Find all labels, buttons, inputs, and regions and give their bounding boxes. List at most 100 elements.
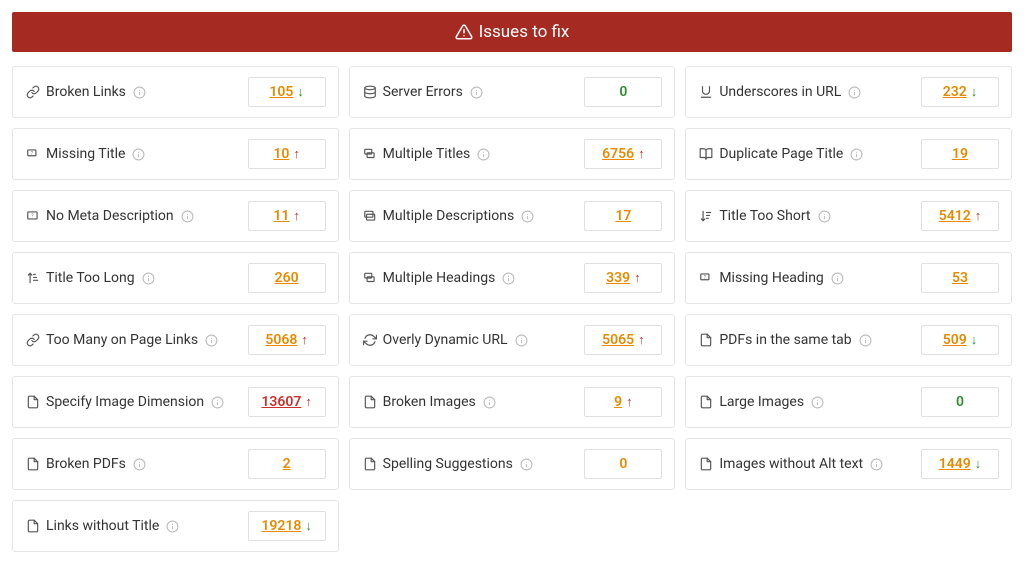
issue-count-box[interactable]: 53: [921, 263, 999, 293]
info-icon[interactable]: [211, 396, 224, 409]
issue-card[interactable]: ?Missing Title10↑: [12, 128, 339, 180]
info-icon[interactable]: [477, 148, 490, 161]
info-icon[interactable]: [133, 86, 146, 99]
issue-count-box[interactable]: 13607↑: [248, 387, 326, 417]
issue-card[interactable]: Multiple Titles 6756↑: [349, 128, 676, 180]
info-icon[interactable]: [848, 86, 861, 99]
issue-count[interactable]: 9: [614, 394, 622, 410]
issue-card[interactable]: Large Images0: [685, 376, 1012, 428]
issue-count[interactable]: 17: [615, 208, 631, 224]
info-icon[interactable]: [515, 334, 528, 347]
issue-count-box[interactable]: 5065↑: [584, 325, 662, 355]
issue-count-box[interactable]: 19: [921, 139, 999, 169]
issue-count-box[interactable]: 5412↑: [921, 201, 999, 231]
issue-count[interactable]: 1449: [939, 456, 971, 472]
issue-count-box[interactable]: 232↓: [921, 77, 999, 107]
info-icon[interactable]: [831, 272, 844, 285]
issue-card[interactable]: Overly Dynamic URL 5065↑: [349, 314, 676, 366]
issue-count[interactable]: 0: [619, 84, 627, 100]
issue-count[interactable]: 6756: [602, 146, 634, 162]
file-icon: [25, 519, 41, 533]
issue-card[interactable]: Spelling Suggestions0: [349, 438, 676, 490]
issue-count[interactable]: 53: [952, 270, 968, 286]
issue-card[interactable]: Links without Title19218↓: [12, 500, 339, 552]
issue-count-box[interactable]: 5068↑: [248, 325, 326, 355]
issue-count-box[interactable]: 260: [248, 263, 326, 293]
issue-card[interactable]: Broken PDFs2: [12, 438, 339, 490]
underline-icon: [698, 85, 714, 99]
issue-count[interactable]: 19218: [261, 518, 301, 534]
issue-card[interactable]: Specify Image Dimension13607↑: [12, 376, 339, 428]
issue-count-box[interactable]: 11↑: [248, 201, 326, 231]
info-icon[interactable]: [850, 148, 863, 161]
info-icon[interactable]: [502, 272, 515, 285]
info-icon[interactable]: [520, 458, 533, 471]
issue-label-wrap: ?Missing Heading: [698, 270, 843, 286]
info-icon[interactable]: [859, 334, 872, 347]
issue-count-box[interactable]: 0: [584, 77, 662, 107]
issue-label: Multiple Titles: [383, 146, 471, 162]
issue-count-box[interactable]: 509↓: [921, 325, 999, 355]
issue-count-box[interactable]: 339↑: [584, 263, 662, 293]
issue-card[interactable]: Too Many on Page Links5068↑: [12, 314, 339, 366]
issue-card[interactable]: Server Errors0: [349, 66, 676, 118]
info-icon[interactable]: [133, 458, 146, 471]
issue-label: Multiple Descriptions: [383, 208, 515, 224]
issue-count-box[interactable]: 2: [248, 449, 326, 479]
refresh-icon: [362, 333, 378, 347]
issue-label-wrap: Duplicate Page Title: [698, 146, 863, 162]
info-icon[interactable]: [132, 148, 145, 161]
issue-card[interactable]: ?No Meta Description11↑: [12, 190, 339, 242]
issue-count[interactable]: 11: [273, 208, 289, 224]
issue-count-box[interactable]: 9↑: [584, 387, 662, 417]
info-icon[interactable]: [181, 210, 194, 223]
issue-count-box[interactable]: 6756↑: [584, 139, 662, 169]
warning-icon: [455, 23, 473, 41]
issue-count[interactable]: 105: [269, 84, 293, 100]
issue-count[interactable]: 19: [952, 146, 968, 162]
issue-label-wrap: Overly Dynamic URL: [362, 332, 528, 348]
issue-count-box[interactable]: 10↑: [248, 139, 326, 169]
issue-count-box[interactable]: 0: [921, 387, 999, 417]
issue-count[interactable]: 10: [273, 146, 289, 162]
info-icon[interactable]: [811, 396, 824, 409]
issue-card[interactable]: ?Missing Heading 53: [685, 252, 1012, 304]
issue-card[interactable]: Multiple Headings339↑: [349, 252, 676, 304]
issue-count[interactable]: 5065: [602, 332, 634, 348]
issue-count[interactable]: 13607: [261, 394, 301, 410]
info-icon[interactable]: [870, 458, 883, 471]
panel-header: Issues to fix: [12, 12, 1012, 52]
issue-count[interactable]: 5412: [939, 208, 971, 224]
issue-count[interactable]: 339: [606, 270, 630, 286]
issue-count[interactable]: 232: [943, 84, 967, 100]
issue-count-box[interactable]: 1449↓: [921, 449, 999, 479]
info-icon[interactable]: [166, 520, 179, 533]
info-icon[interactable]: [818, 210, 831, 223]
issue-count[interactable]: 0: [619, 456, 627, 472]
issue-card[interactable]: Duplicate Page Title 19: [685, 128, 1012, 180]
issue-count[interactable]: 0: [956, 394, 964, 410]
issue-card[interactable]: Images without Alt text1449↓: [685, 438, 1012, 490]
issue-card[interactable]: Broken Images9↑: [349, 376, 676, 428]
info-icon[interactable]: [470, 86, 483, 99]
issue-card[interactable]: Underscores in URL232↓: [685, 66, 1012, 118]
info-icon[interactable]: [483, 396, 496, 409]
issues-grid: Broken Links105↓Server Errors0Underscore…: [12, 66, 1012, 552]
issue-count-box[interactable]: 17: [584, 201, 662, 231]
book-icon: [698, 147, 714, 161]
info-icon[interactable]: [205, 334, 218, 347]
issue-label: PDFs in the same tab: [719, 332, 851, 348]
info-icon[interactable]: [142, 272, 155, 285]
issue-count[interactable]: 509: [943, 332, 967, 348]
issue-count-box[interactable]: 0: [584, 449, 662, 479]
issue-count[interactable]: 260: [275, 270, 299, 286]
info-icon[interactable]: [521, 210, 534, 223]
issue-count-box[interactable]: 105↓: [248, 77, 326, 107]
issue-card[interactable]: Broken Links105↓: [12, 66, 339, 118]
issue-count[interactable]: 2: [283, 456, 291, 472]
issue-card[interactable]: Title Too Short5412↑: [685, 190, 1012, 242]
issue-card[interactable]: PDFs in the same tab 509↓: [685, 314, 1012, 366]
issue-card[interactable]: Title Too Long260: [12, 252, 339, 304]
issue-card[interactable]: Multiple Descriptions 17: [349, 190, 676, 242]
issue-count[interactable]: 5068: [265, 332, 297, 348]
